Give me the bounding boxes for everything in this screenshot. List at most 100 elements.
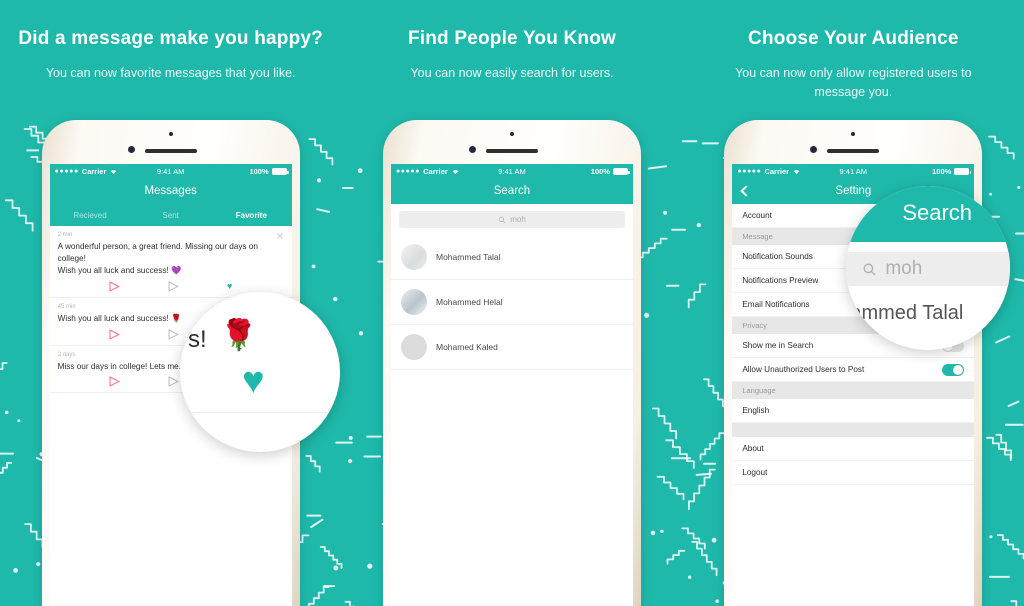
message-text: A wonderful person, a great friend. Miss… bbox=[57, 242, 258, 275]
tab-favorite[interactable]: Favorite bbox=[211, 211, 292, 220]
phone-top-bezel bbox=[391, 120, 633, 164]
user-list: Mohammed Talal Mohammed Helal Mohamed Ka… bbox=[390, 235, 633, 370]
settings-label: Logout bbox=[742, 468, 768, 477]
message-item[interactable]: 2 min ✕ A wonderful person, a great frie… bbox=[49, 226, 292, 298]
carrier-label: Carrier bbox=[81, 166, 107, 176]
carrier-label: Carrier bbox=[423, 166, 448, 176]
sensor-icon bbox=[168, 132, 173, 136]
signal-icon: ●●●●● bbox=[395, 167, 421, 175]
camera-icon bbox=[127, 146, 135, 153]
page-title: Find People You Know bbox=[407, 28, 617, 49]
divider bbox=[180, 412, 340, 413]
user-name: Mohammed Talal bbox=[435, 252, 501, 262]
settings-label: Email Notifications bbox=[742, 300, 810, 309]
magnified-message-fragment: s! bbox=[188, 326, 207, 353]
settings-label: Allow Unauthorized Users to Post bbox=[742, 365, 865, 374]
speaker-grill bbox=[485, 149, 538, 153]
nav-bar: Messages bbox=[49, 178, 292, 204]
speaker-grill bbox=[144, 149, 197, 153]
wifi-icon bbox=[111, 169, 117, 174]
magnified-search-query: moh bbox=[885, 258, 923, 279]
rose-emoji-icon: 🌹 bbox=[220, 319, 258, 352]
settings-label: Show me in Search bbox=[742, 341, 814, 350]
send-pink-icon[interactable] bbox=[109, 328, 120, 340]
phone-top-bezel bbox=[732, 120, 974, 164]
magnified-nav-title: Search bbox=[902, 200, 973, 225]
settings-section-language: Language bbox=[732, 382, 975, 399]
send-pink-icon[interactable] bbox=[109, 376, 120, 388]
send-pink-icon[interactable] bbox=[109, 280, 120, 292]
segment-tabs: Recieved Sent Favorite bbox=[49, 204, 292, 226]
settings-section-label: Message bbox=[742, 232, 773, 241]
signal-icon: ●●●●● bbox=[737, 167, 762, 175]
settings-label: About bbox=[742, 444, 764, 453]
battery-icon bbox=[612, 167, 630, 175]
forward-gray-icon[interactable] bbox=[168, 328, 179, 340]
status-bar: ●●●●● Carrier 9:41 AM 100% bbox=[390, 164, 633, 178]
carrier-label: Carrier bbox=[764, 166, 790, 176]
search-input[interactable]: moh bbox=[398, 211, 625, 228]
settings-row-about[interactable]: About bbox=[732, 437, 975, 461]
battery-icon bbox=[271, 167, 289, 175]
page-subtitle: You can now only allow registered users … bbox=[735, 66, 972, 99]
nav-bar: Search bbox=[390, 178, 633, 204]
list-item[interactable]: Mohamed Kaled bbox=[390, 325, 633, 370]
panels-container: Did a message make you happy? You can no… bbox=[0, 0, 1024, 606]
nav-title: Search bbox=[493, 185, 531, 197]
panel-messages: Did a message make you happy? You can no… bbox=[0, 0, 341, 606]
list-item[interactable]: Mohammed Talal bbox=[390, 235, 633, 280]
clock-label: 9:41 AM bbox=[839, 166, 868, 176]
page-title: Did a message make you happy? bbox=[18, 28, 323, 49]
avatar bbox=[400, 289, 427, 315]
signal-icon: ●●●●● bbox=[54, 167, 79, 175]
camera-icon bbox=[810, 146, 818, 153]
camera-icon bbox=[468, 146, 476, 153]
settings-section-label: Privacy bbox=[742, 321, 767, 330]
settings-spacer bbox=[732, 423, 975, 437]
magnified-heart-icon[interactable]: ♥ bbox=[242, 362, 265, 400]
sensor-icon bbox=[509, 132, 514, 136]
search-icon bbox=[863, 263, 876, 276]
avatar bbox=[400, 334, 427, 360]
magnifier-search: Search moh ammed Talal bbox=[846, 186, 1011, 350]
page-subtitle: You can now easily search for users. bbox=[410, 66, 614, 80]
user-name: Mohammed Helal bbox=[435, 297, 503, 307]
settings-row-logout[interactable]: Logout bbox=[732, 461, 975, 485]
page-subtitle: You can now favorite messages that you l… bbox=[45, 66, 296, 80]
settings-label: Notifications Preview bbox=[742, 276, 819, 285]
settings-label: Notification Sounds bbox=[742, 252, 813, 261]
magnified-search-input[interactable]: moh bbox=[846, 252, 1011, 286]
search-icon bbox=[499, 216, 506, 223]
tab-recieved[interactable]: Recieved bbox=[50, 211, 131, 220]
forward-gray-icon[interactable] bbox=[168, 376, 179, 388]
settings-row-english[interactable]: English bbox=[732, 399, 975, 423]
back-chevron-icon[interactable] bbox=[740, 185, 752, 197]
panel-search: Find People You Know You can now easily … bbox=[341, 0, 1011, 606]
clock-label: 9:41 AM bbox=[498, 166, 526, 176]
sensor-icon bbox=[851, 132, 856, 136]
settings-section-label: Language bbox=[742, 386, 776, 395]
avatar bbox=[400, 244, 427, 270]
settings-label: Account bbox=[742, 211, 772, 220]
search-query-value: moh bbox=[510, 215, 526, 224]
status-bar: ●●●●● Carrier 9:41 AM 100% bbox=[49, 164, 292, 178]
phone-screen: ●●●●● Carrier 9:41 AM 100% Search moh Mo… bbox=[390, 164, 633, 606]
list-item[interactable]: Mohammed Helal bbox=[390, 280, 633, 325]
tab-sent[interactable]: Sent bbox=[130, 211, 211, 220]
status-bar: ●●●●● Carrier 9:41 AM 100% bbox=[732, 164, 975, 178]
user-name: Mohamed Kaled bbox=[435, 342, 498, 352]
toggle-allow-unauthorized[interactable] bbox=[942, 363, 965, 376]
clock-label: 9:41 AM bbox=[156, 166, 185, 176]
page-title: Choose Your Audience bbox=[748, 28, 959, 49]
settings-row-allow-unauthorized[interactable]: Allow Unauthorized Users to Post bbox=[732, 358, 975, 382]
phone-top-bezel bbox=[50, 120, 292, 164]
battery-percent-label: 100% bbox=[249, 166, 269, 176]
favorite-heart-icon[interactable]: ♥ bbox=[227, 281, 232, 292]
forward-gray-icon[interactable] bbox=[168, 280, 179, 292]
wifi-icon bbox=[452, 169, 459, 174]
wifi-icon bbox=[793, 169, 800, 174]
speaker-grill bbox=[827, 149, 880, 153]
magnifier-favorite-heart: s! 🌹 ♥ bbox=[180, 292, 340, 452]
magnified-user-name: ammed Talal bbox=[850, 302, 964, 324]
close-icon[interactable]: ✕ bbox=[276, 232, 284, 241]
